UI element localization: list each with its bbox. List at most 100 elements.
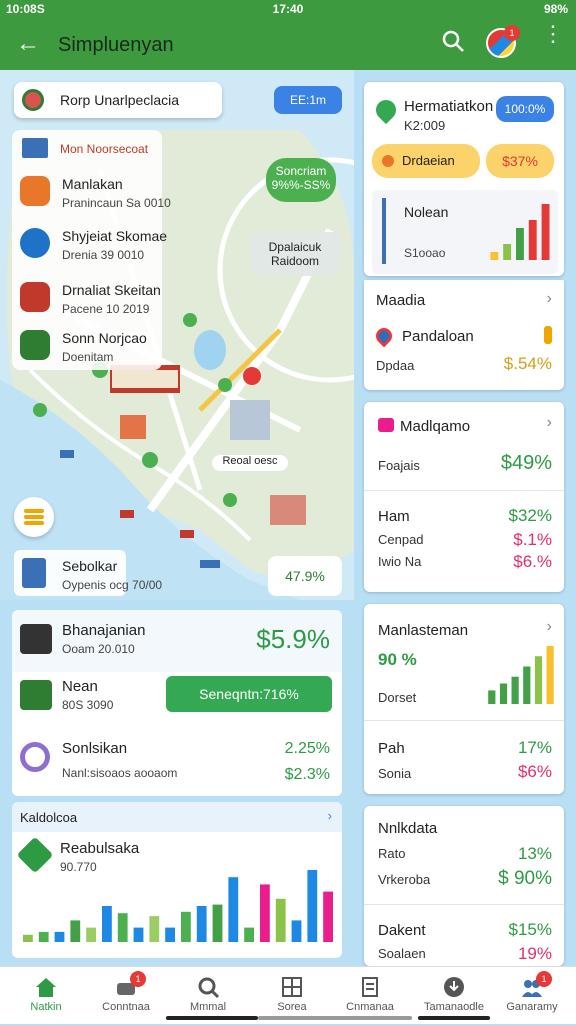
card-subtitle: Oypenis ocg 70/00	[62, 578, 163, 592]
more-vert-icon[interactable]: ⋮	[542, 23, 564, 45]
chevron-right-icon[interactable]: ›	[547, 290, 552, 308]
card-title: Hermatiatkon	[404, 98, 494, 115]
list-item[interactable]: Manlakan Pranincaun Sa 0010	[20, 174, 171, 218]
card-title: Maadia	[376, 292, 426, 309]
home-indicator	[258, 1016, 412, 1020]
item-title: Manlakan	[62, 176, 123, 192]
chevron-right-icon[interactable]: ›	[547, 618, 552, 636]
nav-label: Tamanaodle	[424, 1001, 484, 1013]
chart-bar	[133, 927, 144, 942]
nav-badge: 1	[130, 971, 146, 987]
list-item[interactable]: Shyjeiat Skomae Drenia 39 0010	[20, 226, 167, 270]
row-title: Pandaloan	[402, 328, 474, 345]
summary-row[interactable]: Bhanajanian Ooam 20.010 $5.9%	[12, 610, 342, 672]
card-subtitle: K2:009	[404, 118, 446, 133]
row-subtitle: Dpdaa	[376, 358, 415, 373]
list-header: Mon Noorsecoat	[60, 142, 149, 156]
list-icon	[22, 138, 48, 158]
chart-bar	[523, 666, 531, 704]
page-title: Simpluenyan	[58, 34, 174, 56]
status-bar: 10:08S 17:40 98%	[0, 0, 576, 18]
row-label: Vrkeroba	[378, 872, 431, 887]
time-pill[interactable]: EE:1m	[274, 86, 342, 114]
chart-bar	[196, 906, 207, 942]
chart-bar	[516, 228, 524, 260]
maadia-card[interactable]: Maadia › Pandaloan Dpdaa $.54%	[364, 280, 564, 390]
card-title: Sebolkar	[62, 558, 118, 574]
nav-label: Conntnaa	[102, 1001, 150, 1013]
row-label: Rato	[378, 846, 406, 861]
bottom-place-card[interactable]: Sebolkar Oypenis ocg 70/00	[14, 550, 162, 596]
map-percent-pill[interactable]: 47.9%	[268, 556, 342, 596]
nnlkdata-card[interactable]: Nnlkdata Rato 13% Vrkeroba $ 90% Dakent …	[364, 806, 564, 966]
bubble-line1: Soncriam	[275, 164, 327, 178]
map-bubble-green[interactable]: Soncriam 9%%-SS%	[266, 158, 336, 202]
row-value: $32%	[508, 506, 552, 525]
action-button[interactable]: Seneqntn:716%	[166, 676, 332, 712]
list-item[interactable]: Sonn Norjcao Doenitam	[20, 328, 166, 372]
row-title: Sonlsikan	[62, 740, 128, 757]
row-subtitle: 80S 3090	[62, 698, 114, 712]
chart-title: Reabulsaka	[60, 840, 140, 857]
nav-contacts[interactable]: 1 Conntnaa	[90, 967, 162, 1025]
map-search-pill[interactable]: Rorp Unarlpeclacia	[14, 82, 222, 118]
divider	[364, 904, 564, 905]
row-value: $6%	[517, 762, 552, 781]
row-subtitle: Nanl:sisoaos aooaom	[62, 766, 178, 780]
search-icon[interactable]	[440, 28, 466, 54]
place-icon	[20, 330, 50, 360]
item-title: Drnaliat Skeitan	[62, 282, 161, 298]
overview-card[interactable]: Hermatiatkon K2:009 100:0% Drdaeian $37%…	[364, 82, 564, 276]
search-icon	[198, 977, 220, 999]
nav-label: Cnmanaa	[346, 1001, 394, 1013]
chart-bar	[488, 690, 496, 704]
layers-icon	[24, 509, 44, 513]
row-label: Pah	[378, 740, 405, 757]
expand-icon[interactable]: ›	[328, 808, 332, 823]
pin-icon	[371, 95, 401, 125]
chart-bar	[291, 920, 302, 942]
nav-label: Sorea	[277, 1001, 307, 1013]
alert-icon	[382, 155, 394, 167]
accent-bar	[382, 198, 386, 264]
panel-header: Kaldolcoa ›	[12, 802, 342, 832]
chart-bar	[228, 877, 239, 942]
nav-label: Ganaramy	[506, 1001, 558, 1013]
download-icon	[444, 977, 464, 997]
row-label: Soalaen	[378, 946, 426, 961]
battery-level: 98%	[543, 2, 568, 16]
app-bar: ← Simpluenyan 1 ⋮	[0, 18, 576, 70]
back-arrow-icon[interactable]: ←	[16, 30, 40, 58]
status-time: 17:40	[272, 2, 304, 16]
row-label: Cenpad	[378, 532, 424, 547]
value-chip[interactable]: $37%	[486, 144, 554, 178]
chart-bar	[70, 920, 81, 942]
inner-subtitle: S1ooao	[404, 246, 446, 260]
madlqamo-card[interactable]: Madlqamo › Foajais $49% Ham $32% Cenpad …	[364, 402, 564, 592]
summary-row[interactable]: Sonlsikan Nanl:sisoaos aooaom 2.25% $2.3…	[12, 728, 342, 796]
map-search-text: Rorp Unarlpeclacia	[60, 92, 180, 108]
nav-ganaramy[interactable]: 1 Ganaramy	[496, 967, 568, 1025]
item-title: Sonn Norjcao	[62, 330, 147, 346]
map-bubble-grey[interactable]: Dpalaicuk Raidoom	[250, 232, 340, 276]
progress-indicator	[544, 326, 552, 344]
row-subtitle: Ooam 20.010	[62, 642, 135, 656]
chart-bar	[541, 204, 550, 260]
layers-button[interactable]	[14, 497, 54, 537]
nav-label: Mmmal	[189, 1001, 227, 1013]
row-value: $49%	[500, 452, 552, 474]
row-label: Sonia	[378, 766, 412, 781]
item-subtitle: Doenitam	[62, 350, 114, 364]
status-pill[interactable]: 100:0%	[496, 96, 554, 122]
row-value: $6.%	[513, 552, 552, 571]
divider	[364, 490, 564, 491]
chevron-right-icon[interactable]: ›	[547, 414, 552, 432]
list-item[interactable]: Drnaliat Skeitan Pacene 10 2019	[20, 280, 166, 324]
grid-icon	[282, 977, 302, 997]
manlasteman-card[interactable]: Manlasteman › 90 % Dorset Pah 17% Sonia …	[364, 604, 564, 794]
row-value: $ 90%	[498, 868, 552, 889]
mini-bar-chart	[488, 646, 554, 704]
nav-home[interactable]: Natkin	[10, 967, 82, 1025]
chart-bar	[181, 911, 191, 942]
chart-bar	[102, 906, 112, 942]
